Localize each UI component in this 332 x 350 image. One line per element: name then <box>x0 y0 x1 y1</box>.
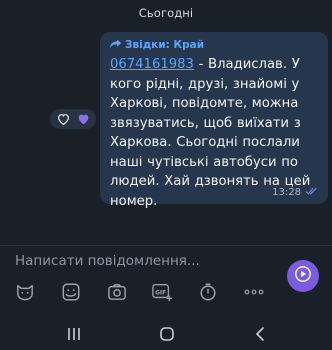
back-button[interactable] <box>250 324 270 344</box>
message-time: 13:28 <box>272 187 301 198</box>
composer-divider <box>0 245 332 246</box>
forwarded-header[interactable]: Звідки: Край <box>109 38 319 51</box>
message-input[interactable]: Написати повідомлення... <box>15 253 200 269</box>
timer-icon[interactable] <box>197 281 219 303</box>
gif-icon[interactable]: GIF <box>151 281 173 303</box>
heart-filled-icon[interactable] <box>76 112 90 126</box>
double-check-icon <box>305 187 318 198</box>
date-header: Сьогодні <box>138 6 194 20</box>
message-body: - Владислав. У кого рідні, друзі, знайом… <box>110 57 311 209</box>
composer-toolbar: GIF <box>14 281 289 303</box>
send-button[interactable] <box>287 260 319 292</box>
gif-label: GIF <box>155 290 166 296</box>
sticker-cat-icon[interactable] <box>14 281 36 303</box>
chat-screen: Сьогодні Звідки: Край 0674161983 - Влади… <box>0 0 332 350</box>
message-bubble[interactable]: Звідки: Край 0674161983 - Владислав. У к… <box>100 32 328 209</box>
more-icon[interactable] <box>243 281 265 303</box>
recent-apps-button[interactable] <box>64 324 84 344</box>
forward-arrow-icon <box>109 38 122 52</box>
home-button[interactable] <box>157 324 177 344</box>
message-meta: 13:28 <box>272 187 318 198</box>
phone-link[interactable]: 0674161983 <box>110 57 194 72</box>
camera-icon[interactable] <box>106 281 128 303</box>
play-circle-icon <box>294 265 312 287</box>
forwarded-label: Звідки: Край <box>125 38 205 51</box>
sticker-icon[interactable] <box>60 281 82 303</box>
reactions-bar[interactable] <box>50 109 96 129</box>
system-nav-bar <box>0 318 332 350</box>
heart-outline-icon[interactable] <box>56 112 70 126</box>
